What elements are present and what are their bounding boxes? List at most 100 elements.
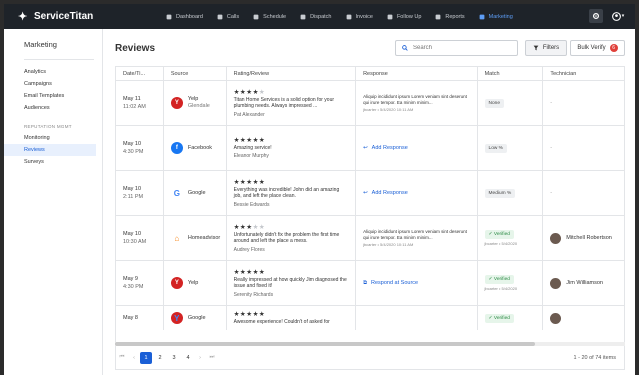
main-content: Reviews Filters Bulk Verify 6 Date/Ti...… — [103, 29, 635, 375]
date-cell: May 11 11:02 AM — [116, 81, 164, 125]
match-tag[interactable]: None — [484, 98, 505, 108]
date-time: May 8 — [123, 314, 138, 322]
review-text: Everything was incredible! John did an a… — [233, 186, 340, 200]
search-input[interactable] — [413, 45, 513, 51]
table-row[interactable]: May 10 2:11 PM G Google ★★★★★ Everything was … — [116, 171, 624, 216]
nav-item-label: Reports — [445, 13, 465, 20]
nav-item-calls[interactable]: Calls — [217, 14, 239, 20]
dashboard-icon — [166, 14, 172, 20]
sidebar-item-reviews[interactable]: Reviews — [4, 144, 96, 156]
page-2-button[interactable]: 2 — [154, 352, 166, 364]
verified-tag[interactable]: ✓ Verified — [484, 313, 514, 323]
page-4-button[interactable]: 4 — [182, 352, 194, 364]
response-cell: ↩ Add Response — [356, 126, 478, 170]
chevron-down-icon: ▾ — [621, 13, 625, 19]
nav-item-follow-up[interactable]: Follow Up — [387, 14, 421, 20]
invoice-icon — [346, 14, 352, 20]
nav-item-marketing[interactable]: Marketing — [479, 14, 513, 20]
user-menu-button[interactable]: ▾ — [609, 9, 627, 23]
sidebar-item-campaigns[interactable]: Campaigns — [4, 78, 102, 90]
technician-cell: Jim Williamson — [543, 261, 624, 305]
table-row[interactable]: May 9 4:30 PM Y Yelp ★★★★★ Really impressed a… — [116, 261, 624, 306]
star-rating: ★★★★★ — [233, 310, 266, 318]
star-rating: ★★★★★ — [233, 88, 266, 96]
table-row[interactable]: May 10 4:30 PM f Facebook ★★★★★ Amazing servi… — [116, 126, 624, 171]
source-name: Facebook — [188, 145, 212, 152]
verified-meta: jbcarter • 5/4/2020 — [484, 241, 518, 246]
last-page-button[interactable]: ⏭ — [206, 354, 218, 361]
table-row[interactable]: May 11 11:02 AM Y Yelp Glendale ★★★★★ Titan Ho… — [116, 81, 624, 126]
column-header-1[interactable]: Source — [164, 67, 227, 81]
table-row[interactable]: May 8 Y Google ★★★★★ Awesome experience! Cou… — [116, 306, 624, 330]
response-cell — [356, 306, 478, 330]
source-label: Facebook — [187, 144, 212, 151]
add-response-link[interactable]: ↩ Add Response — [363, 190, 408, 196]
pagination-count: 1 - 20 of 74 items — [573, 354, 617, 361]
verified-tag[interactable]: ✓ Verified — [484, 275, 514, 284]
sidebar-item-analytics[interactable]: Analytics — [4, 66, 102, 78]
time-value: 4:30 PM — [123, 149, 144, 155]
match-tag[interactable]: Low % — [484, 143, 507, 153]
source-yelp-icon: Y — [170, 97, 183, 109]
response-cell: Aliquip incididunt ipsum Lorem veniam si… — [356, 81, 478, 125]
source: ⌂ Homeadvisor — [171, 232, 220, 244]
sidebar-item-audiences[interactable]: Audiences — [4, 102, 102, 114]
time-value: 4:30 PM — [123, 284, 144, 290]
column-header-2[interactable]: Rating/Review — [227, 67, 357, 81]
column-header-5[interactable]: Technician — [543, 67, 624, 81]
add-response-link[interactable]: ⧉ Respond at Source — [363, 280, 418, 287]
review-cell: ★★★★★ Unfortunately didn't fix the proble… — [227, 216, 357, 260]
date-time: May 10 4:30 PM — [123, 140, 143, 156]
search-box[interactable] — [395, 40, 518, 56]
technician[interactable]: Jim Williamson — [550, 277, 603, 289]
sidebar-title: Marketing — [24, 40, 57, 49]
first-page-button[interactable]: ⏮ — [116, 354, 128, 361]
nav-item-reports[interactable]: Reports — [435, 13, 465, 20]
source-label: Yelp — [187, 96, 199, 102]
phone-icon — [217, 14, 223, 20]
sidebar-item-email-templates[interactable]: Email Templates — [4, 90, 102, 102]
nav-item-dispatch[interactable]: Dispatch — [300, 14, 332, 20]
servicetitan-logo[interactable]: ✦ ServiceTitan — [18, 11, 138, 23]
match-tag[interactable]: Medium % — [484, 188, 516, 198]
date-time: May 11 11:02 AM — [123, 95, 146, 111]
verified-label: Verified — [493, 277, 510, 282]
review-author: Eleanor Murphy — [233, 153, 269, 160]
prev-page-button[interactable]: ‹ — [128, 355, 140, 361]
filters-button[interactable]: Filters — [525, 40, 567, 56]
source: f Facebook — [170, 142, 212, 154]
add-response-link[interactable]: ↩ Add Response — [363, 145, 408, 151]
bulk-verify-button[interactable]: Bulk Verify 6 — [570, 40, 625, 56]
external-link-icon: ⧉ — [363, 279, 367, 286]
table-header: Date/Ti... Source Rating/Review Response Mat… — [116, 67, 624, 81]
page-1-button[interactable]: 1 — [140, 351, 152, 364]
star-rating: ★★★★★ — [233, 178, 266, 186]
column-header-4[interactable]: Match — [478, 67, 544, 81]
nav-item-schedule[interactable]: Schedule — [253, 14, 286, 20]
filter-icon — [533, 45, 539, 51]
source: Y Yelp — [170, 277, 199, 289]
source-cell: Y Yelp — [164, 261, 227, 305]
source-cell: Y Google — [164, 306, 227, 330]
date-cell: May 10 2:11 PM — [116, 171, 164, 215]
source-name: Yelp — [188, 280, 199, 287]
date-value: May 9 — [123, 276, 138, 282]
column-header-3[interactable]: Response — [356, 67, 478, 81]
technician-cell: - — [543, 81, 624, 125]
column-header-0[interactable]: Date/Ti... — [116, 67, 164, 81]
review-cell: ★★★★★ Everything was incredible! John did… — [227, 171, 357, 215]
nav-item-invoice[interactable]: Invoice — [346, 14, 373, 20]
next-page-button[interactable]: › — [194, 355, 206, 361]
technician-name: Mitchell Robertson — [566, 235, 612, 241]
table-row[interactable]: May 10 10:30 AM ⌂ Homeadvisor ★★★★★ Unfortuna… — [116, 216, 624, 261]
sidebar-item-monitoring[interactable]: Monitoring — [4, 132, 102, 144]
nav-item-dashboard[interactable]: Dashboard — [166, 14, 203, 20]
source: Y Google — [170, 312, 206, 324]
settings-button[interactable] — [589, 9, 603, 23]
verified-tag[interactable]: ✓ Verified — [484, 230, 514, 239]
bulk-verify-label: Bulk Verify — [577, 45, 606, 51]
sidebar-item-surveys[interactable]: Surveys — [4, 156, 102, 168]
review-author: Pat Alexander — [233, 111, 265, 118]
page-3-button[interactable]: 3 — [168, 352, 180, 364]
technician[interactable]: Mitchell Robertson — [550, 232, 612, 244]
